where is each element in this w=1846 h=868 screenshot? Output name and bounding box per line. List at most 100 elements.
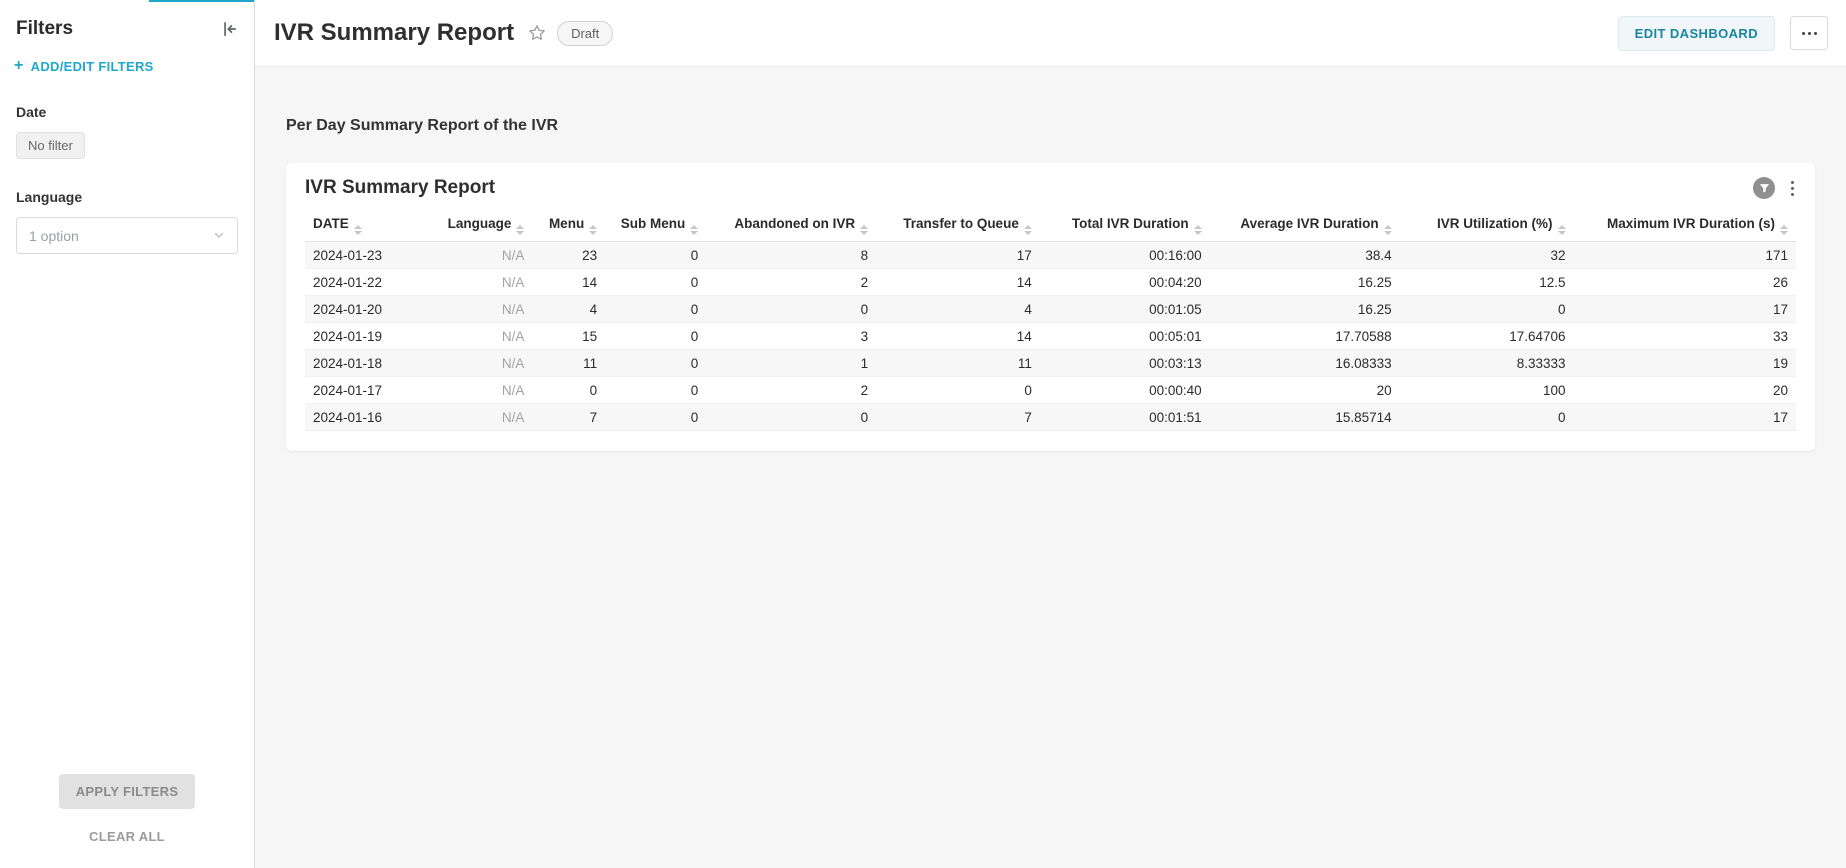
language-filter-select[interactable]: 1 option <box>16 217 238 254</box>
table-row[interactable]: 2024-01-20N/A400400:01:0516.25017 <box>305 296 1796 323</box>
cell-value: 00:03:13 <box>1040 350 1210 377</box>
table-row[interactable]: 2024-01-17N/A002000:00:402010020 <box>305 377 1796 404</box>
cell-value: 17.64706 <box>1400 323 1574 350</box>
sort-caret-icon[interactable] <box>860 225 868 235</box>
cell-value: 26 <box>1574 269 1796 296</box>
cell-date: 2024-01-20 <box>305 296 426 323</box>
date-filter-chip[interactable]: No filter <box>16 132 85 159</box>
cell-value: 7 <box>876 404 1040 431</box>
cell-value: 8 <box>706 242 876 269</box>
column-header[interactable]: Average IVR Duration <box>1210 210 1400 242</box>
sidebar-accent-bar <box>149 0 254 2</box>
table-body: 2024-01-23N/A23081700:16:0038.4321712024… <box>305 242 1796 431</box>
cell-date: 2024-01-19 <box>305 323 426 350</box>
column-header[interactable]: Total IVR Duration <box>1040 210 1210 242</box>
cell-value: 4 <box>876 296 1040 323</box>
sort-caret-icon[interactable] <box>354 225 362 235</box>
cell-value: 0 <box>605 269 706 296</box>
cell-value: 14 <box>876 269 1040 296</box>
cell-value: 17 <box>1574 296 1796 323</box>
date-filter-label: Date <box>16 104 238 120</box>
cell-value: 2 <box>706 377 876 404</box>
sort-caret-icon[interactable] <box>1558 225 1566 235</box>
chart-card-header: IVR Summary Report <box>305 177 1796 199</box>
dashboard-header: IVR Summary Report Draft EDIT DASHBOARD <box>255 0 1846 67</box>
sort-caret-icon[interactable] <box>1194 225 1202 235</box>
favorite-star-icon[interactable] <box>528 24 546 42</box>
header-actions: EDIT DASHBOARD <box>1618 16 1828 51</box>
cell-value: 00:00:40 <box>1040 377 1210 404</box>
app-window: Filters + ADD/EDIT FILTERS Date No filte… <box>0 0 1846 868</box>
collapse-sidebar-icon[interactable] <box>220 20 238 38</box>
edit-dashboard-button[interactable]: EDIT DASHBOARD <box>1618 16 1775 51</box>
add-edit-filters-button[interactable]: + ADD/EDIT FILTERS <box>0 48 254 74</box>
more-options-button[interactable] <box>1790 16 1828 50</box>
column-header[interactable]: Abandoned on IVR <box>706 210 876 242</box>
cell-value: N/A <box>426 269 532 296</box>
status-badge: Draft <box>557 21 613 46</box>
cell-value: 17.70588 <box>1210 323 1400 350</box>
table-row[interactable]: 2024-01-23N/A23081700:16:0038.432171 <box>305 242 1796 269</box>
table-row[interactable]: 2024-01-18N/A11011100:03:1316.083338.333… <box>305 350 1796 377</box>
cell-value: 0 <box>605 350 706 377</box>
cell-value: 0 <box>605 404 706 431</box>
sort-caret-icon[interactable] <box>589 225 597 235</box>
column-header[interactable]: Sub Menu <box>605 210 706 242</box>
apply-filters-button[interactable]: APPLY FILTERS <box>59 774 196 809</box>
cell-value: 32 <box>1400 242 1574 269</box>
language-filter-label: Language <box>16 189 238 205</box>
cell-value: 00:01:05 <box>1040 296 1210 323</box>
column-header[interactable]: Language <box>426 210 532 242</box>
cell-date: 2024-01-17 <box>305 377 426 404</box>
cell-value: 100 <box>1400 377 1574 404</box>
cell-value: 17 <box>1574 404 1796 431</box>
sort-caret-icon[interactable] <box>1024 225 1032 235</box>
cell-value: 11 <box>532 350 605 377</box>
main-area: IVR Summary Report Draft EDIT DASHBOARD … <box>255 0 1846 868</box>
cell-value: 00:04:20 <box>1040 269 1210 296</box>
cell-value: N/A <box>426 377 532 404</box>
table-row[interactable]: 2024-01-22N/A14021400:04:2016.2512.526 <box>305 269 1796 296</box>
cell-value: 19 <box>1574 350 1796 377</box>
cell-value: N/A <box>426 404 532 431</box>
table-row[interactable]: 2024-01-19N/A15031400:05:0117.7058817.64… <box>305 323 1796 350</box>
cell-value: 0 <box>1400 296 1574 323</box>
sort-caret-icon[interactable] <box>1384 225 1392 235</box>
cell-value: 17 <box>876 242 1040 269</box>
column-header[interactable]: Transfer to Queue <box>876 210 1040 242</box>
clear-all-button[interactable]: CLEAR ALL <box>89 829 165 844</box>
cell-value: 00:01:51 <box>1040 404 1210 431</box>
filter-section-language: Language 1 option <box>0 159 254 254</box>
cell-value: 0 <box>876 377 1040 404</box>
chart-title: IVR Summary Report <box>305 177 495 199</box>
sidebar-header: Filters <box>0 0 254 48</box>
column-header-label: Abandoned on IVR <box>734 216 855 231</box>
dashboard-body: Per Day Summary Report of the IVR IVR Su… <box>255 67 1846 868</box>
cell-value: 0 <box>706 404 876 431</box>
cell-value: 4 <box>532 296 605 323</box>
language-filter-value: 1 option <box>29 228 79 244</box>
kebab-menu-icon[interactable] <box>1789 179 1796 198</box>
add-edit-filters-label: ADD/EDIT FILTERS <box>31 59 154 74</box>
column-header[interactable]: IVR Utilization (%) <box>1400 210 1574 242</box>
column-header-label: Maximum IVR Duration (s) <box>1607 216 1775 231</box>
column-header[interactable]: DATE <box>305 210 426 242</box>
table-row[interactable]: 2024-01-16N/A700700:01:5115.85714017 <box>305 404 1796 431</box>
cell-value: 0 <box>605 323 706 350</box>
cell-value: 14 <box>876 323 1040 350</box>
sort-caret-icon[interactable] <box>690 225 698 235</box>
cell-value: N/A <box>426 296 532 323</box>
cell-value: 0 <box>532 377 605 404</box>
column-header-label: IVR Utilization (%) <box>1437 216 1553 231</box>
cell-value: 2 <box>706 269 876 296</box>
cell-value: 15.85714 <box>1210 404 1400 431</box>
sort-caret-icon[interactable] <box>516 225 524 235</box>
filter-badge-icon[interactable] <box>1753 177 1775 199</box>
cell-value: 0 <box>605 377 706 404</box>
cell-value: 14 <box>532 269 605 296</box>
column-header[interactable]: Menu <box>532 210 605 242</box>
table-header-row: DATE LanguageMenuSub Menu Abandoned on IVR… <box>305 210 1796 242</box>
column-header[interactable]: Maximum IVR Duration (s) <box>1574 210 1796 242</box>
sort-caret-icon[interactable] <box>1780 225 1788 235</box>
column-header-label: DATE <box>313 216 349 231</box>
